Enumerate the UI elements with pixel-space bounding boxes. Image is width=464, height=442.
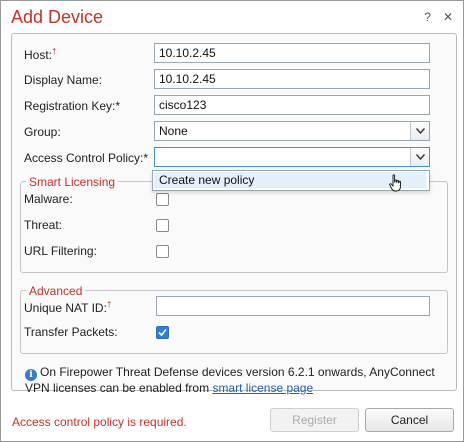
chevron-down-icon[interactable] bbox=[410, 148, 429, 166]
transfer-packets-checkbox[interactable] bbox=[156, 326, 169, 339]
vpn-license-info: i On Firepower Threat Defense devices ver… bbox=[25, 365, 445, 396]
register-button[interactable]: Register bbox=[270, 408, 359, 432]
checkmark-icon bbox=[158, 328, 167, 337]
advanced-legend: Advanced bbox=[26, 284, 86, 298]
help-icon[interactable]: ? bbox=[424, 10, 431, 24]
access-policy-label: Access Control Policy:* bbox=[24, 151, 149, 165]
registration-key-label: Registration Key:* bbox=[24, 99, 121, 113]
threat-checkbox[interactable] bbox=[156, 219, 169, 232]
smart-licensing-group bbox=[20, 181, 448, 273]
unique-nat-required-mark: † bbox=[106, 300, 112, 309]
add-device-dialog: Add Device ? ✕ Host:† Display Name: Regi… bbox=[0, 0, 464, 442]
close-icon[interactable]: ✕ bbox=[443, 10, 453, 24]
display-name-input[interactable] bbox=[154, 69, 430, 89]
group-label: Group: bbox=[24, 125, 61, 139]
threat-label: Threat: bbox=[24, 218, 63, 232]
cancel-button[interactable]: Cancel bbox=[365, 408, 454, 432]
malware-label: Malware: bbox=[24, 192, 73, 206]
unique-nat-label: Unique NAT ID:† bbox=[24, 300, 112, 315]
smart-license-page-link[interactable]: smart license page bbox=[212, 381, 313, 395]
host-input[interactable] bbox=[154, 43, 430, 63]
host-label: Host:† bbox=[24, 47, 57, 62]
validation-error: Access control policy is required. bbox=[12, 415, 187, 429]
host-required-mark: † bbox=[52, 47, 57, 56]
smart-licensing-legend: Smart Licensing bbox=[26, 175, 119, 189]
access-policy-select[interactable] bbox=[154, 147, 430, 167]
url-filtering-checkbox[interactable] bbox=[156, 245, 169, 258]
group-select[interactable]: None bbox=[154, 121, 430, 141]
title-icons: ? ✕ bbox=[424, 10, 453, 24]
dialog-title: Add Device bbox=[11, 7, 104, 27]
display-name-label: Display Name: bbox=[24, 73, 103, 87]
registration-key-input[interactable] bbox=[154, 95, 430, 115]
chevron-down-icon[interactable] bbox=[410, 122, 429, 140]
hand-cursor-icon bbox=[389, 174, 401, 192]
unique-nat-input[interactable] bbox=[156, 296, 430, 316]
malware-checkbox[interactable] bbox=[156, 193, 169, 206]
dropdown-option-create-new-policy[interactable]: Create new policy bbox=[154, 172, 426, 188]
url-filtering-label: URL Filtering: bbox=[24, 244, 97, 258]
info-icon: i bbox=[25, 369, 37, 381]
form-frame: Host:† Display Name: Registration Key:* … bbox=[11, 33, 457, 391]
group-select-value: None bbox=[159, 124, 188, 138]
transfer-packets-label: Transfer Packets: bbox=[24, 325, 118, 339]
